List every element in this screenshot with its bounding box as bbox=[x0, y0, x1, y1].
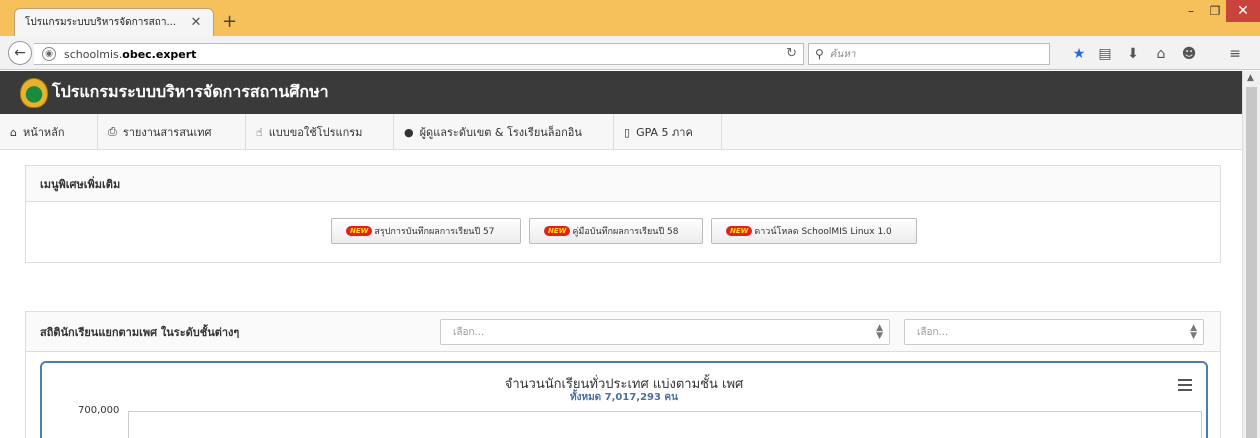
menu-admin-login-label: ผู้ดูแลระดับเขต & โรงเรียนล็อกอิน bbox=[419, 126, 582, 139]
new-badge-icon: NEW bbox=[346, 226, 373, 236]
maximize-icon[interactable]: ❐ bbox=[1204, 0, 1226, 22]
special-menu-body: NEW สรุปการบันทึกผลการเรียนปี 57 NEW คู่… bbox=[26, 202, 1220, 262]
browser-tab[interactable]: โปรแกรมระบบบริหารจัดการสถา... ✕ bbox=[14, 8, 214, 36]
search-placeholder: ค้นหา bbox=[829, 48, 856, 60]
back-icon[interactable]: ← bbox=[8, 41, 32, 65]
url-text: schoolmis.obec.expert bbox=[64, 47, 197, 61]
level-select[interactable]: เลือก... ▲ ▼ bbox=[440, 319, 890, 345]
manual-58-button[interactable]: NEW คู่มือบันทึกผลการเรียนปี 58 bbox=[529, 218, 703, 244]
summary-results-57-button[interactable]: NEW สรุปการบันทึกผลการเรียนปี 57 bbox=[331, 218, 521, 244]
tab-title: โปรแกรมระบบบริหารจัดการสถา... bbox=[25, 17, 176, 28]
browser-titlebar: โปรแกรมระบบบริหารจัดการสถา... ✕ + – ❐ ✕ bbox=[0, 0, 1260, 36]
select-arrow-icon: ▲ ▼ bbox=[876, 323, 883, 341]
chart-plot-area bbox=[128, 411, 1202, 438]
scroll-thumb[interactable] bbox=[1246, 87, 1257, 438]
home-browser-icon[interactable]: ⌂ bbox=[1150, 45, 1172, 63]
chart-subtitle: ทั้งหมด 7,017,293 คน bbox=[570, 392, 678, 403]
main-menu: ⌂ หน้าหลัก ⎙ รายงานสารสนเทศ ☝ แบบขอใช้โป… bbox=[0, 114, 1242, 150]
bookmarks-list-icon[interactable]: ▤ bbox=[1094, 45, 1116, 63]
print-icon: ⎙ bbox=[108, 125, 117, 138]
select-arrow-icon: ▲ ▼ bbox=[1190, 323, 1197, 341]
user-icon: ● bbox=[404, 125, 414, 139]
y-axis-tick: 700,000 bbox=[78, 405, 120, 416]
page-content: โปรแกรมระบบบริหารจัดการสถานศึกษา ⌂ หน้าห… bbox=[0, 71, 1242, 438]
menu-admin-login[interactable]: ● ผู้ดูแลระดับเขต & โรงเรียนล็อกอิน bbox=[394, 114, 614, 150]
site-header: โปรแกรมระบบบริหารจัดการสถานศึกษา bbox=[0, 71, 1242, 114]
menu-request-form[interactable]: ☝ แบบขอใช้โปรแกรม bbox=[246, 114, 394, 150]
new-tab-icon[interactable]: + bbox=[222, 12, 237, 32]
chart-menu-icon[interactable] bbox=[1178, 379, 1192, 391]
page-scrollbar[interactable]: ▲ bbox=[1242, 71, 1260, 438]
tab-close-icon[interactable]: ✕ bbox=[189, 15, 203, 30]
menu-home-label: หน้าหลัก bbox=[22, 126, 65, 139]
menu-reports-label: รายงานสารสนเทศ bbox=[122, 126, 212, 139]
minimize-icon[interactable]: – bbox=[1180, 0, 1202, 22]
menu-gpa-label: GPA 5 ภาค bbox=[636, 126, 693, 139]
menu-request-form-label: แบบขอใช้โปรแกรม bbox=[268, 126, 363, 139]
student-chart: จำนวนนักเรียนทั่วประเทศ แบ่งตามชั้น เพศ … bbox=[40, 361, 1208, 438]
site-title: โปรแกรมระบบบริหารจัดการสถานศึกษา bbox=[52, 82, 329, 101]
menu-home[interactable]: ⌂ หน้าหลัก bbox=[0, 114, 98, 150]
manual-58-label: คู่มือบันทึกผลการเรียนปี 58 bbox=[572, 227, 679, 237]
bookmark-star-icon[interactable]: ★ bbox=[1068, 45, 1090, 63]
special-menu-buttons: NEW สรุปการบันทึกผลการเรียนปี 57 NEW คู่… bbox=[26, 218, 1220, 246]
menu-reports[interactable]: ⎙ รายงานสารสนเทศ bbox=[98, 114, 246, 150]
chat-icon[interactable]: ☻ bbox=[1178, 45, 1200, 63]
new-badge-icon: NEW bbox=[726, 226, 753, 236]
scroll-up-icon[interactable]: ▲ bbox=[1247, 73, 1254, 83]
download-linux-button[interactable]: NEW ดาวน์โหลด SchoolMIS Linux 1.0 bbox=[711, 218, 917, 244]
search-input[interactable]: ⚲ ค้นหา bbox=[808, 43, 1050, 65]
hand-pointer-icon: ☝ bbox=[256, 125, 263, 139]
download-icon[interactable]: ⬇ bbox=[1122, 45, 1144, 63]
file-icon: ▯ bbox=[624, 125, 631, 139]
url-bar[interactable]: ◉ schoolmis.obec.expert ↻ bbox=[34, 43, 804, 65]
stats-filters: เลือก... ▲ ▼ เลือก... ▲ ▼ bbox=[26, 319, 1220, 347]
hamburger-menu-icon[interactable]: ≡ bbox=[1224, 45, 1246, 63]
school-logo bbox=[20, 77, 48, 108]
reload-icon[interactable]: ↻ bbox=[786, 46, 797, 61]
level-select-value: เลือก... bbox=[453, 326, 485, 338]
window-close-icon[interactable]: ✕ bbox=[1226, 0, 1260, 22]
browser-navbar: ← ◉ schoolmis.obec.expert ↻ ⚲ ค้นหา ★ ▤ … bbox=[0, 36, 1260, 70]
new-badge-icon: NEW bbox=[544, 226, 571, 236]
globe-icon: ◉ bbox=[42, 47, 56, 61]
special-menu-panel: เมนูพิเศษเพิ่มเติม NEW สรุปการบันทึกผลกา… bbox=[25, 165, 1221, 263]
area-select[interactable]: เลือก... ▲ ▼ bbox=[904, 319, 1204, 345]
special-menu-heading: เมนูพิเศษเพิ่มเติม bbox=[26, 166, 1220, 202]
menu-gpa[interactable]: ▯ GPA 5 ภาค bbox=[614, 114, 722, 150]
search-icon: ⚲ bbox=[815, 47, 824, 61]
download-linux-label: ดาวน์โหลด SchoolMIS Linux 1.0 bbox=[754, 227, 892, 237]
area-select-value: เลือก... bbox=[917, 326, 949, 338]
home-icon: ⌂ bbox=[10, 125, 17, 139]
summary-results-57-label: สรุปการบันทึกผลการเรียนปี 57 bbox=[374, 227, 495, 237]
